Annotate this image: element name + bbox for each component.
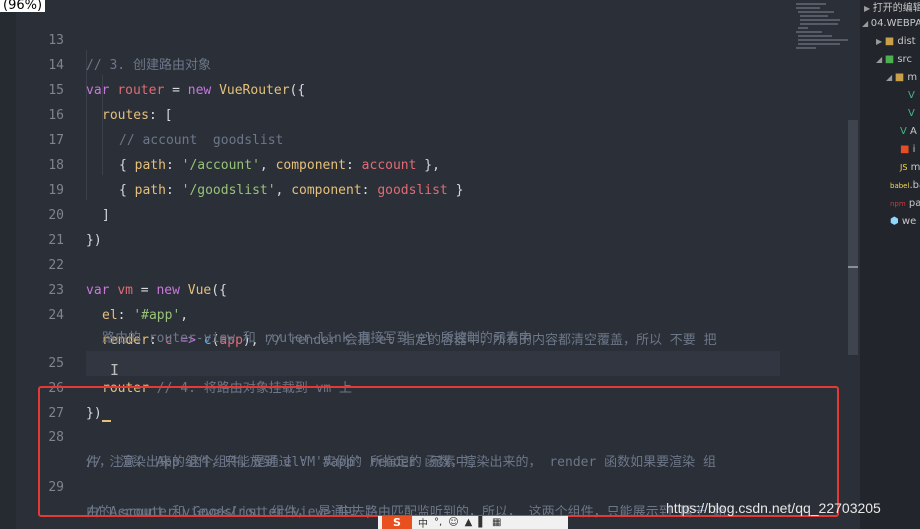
tree-item-package[interactable]: npm pac	[890, 195, 920, 213]
code-line-20: 20 })	[16, 178, 796, 248]
emoji-icon[interactable]: ☺	[448, 517, 458, 528]
tree-item-babelrc[interactable]: babel.ba	[890, 177, 920, 195]
annotation-highlight-box	[38, 386, 839, 517]
code-line-18: 18 { path: '/goodslist', component: good…	[16, 128, 796, 198]
tree-item-folder[interactable]: ◢ ■ m	[886, 69, 917, 87]
mouse-ibeam-cursor: I	[110, 361, 120, 379]
code-line-24: 24 render: c => c(app), // render 会把 el …	[16, 278, 796, 348]
code-line-13: 13 // 3. 创建路由对象	[16, 3, 796, 73]
tree-item-dist[interactable]: ▶ ■ dist	[876, 33, 916, 51]
left-gutter-strip	[0, 0, 16, 529]
minimap[interactable]	[794, 0, 852, 60]
ime-mode-icon[interactable]: 中	[418, 516, 428, 529]
open-editors-label: 打开的编辑器	[872, 3, 920, 14]
code-line-19: 19 ]	[16, 153, 796, 223]
tree-label: A	[910, 126, 917, 137]
tree-label: we	[901, 216, 917, 227]
tree-label: m	[910, 162, 920, 173]
scrollbar-marker	[848, 266, 858, 268]
tree-label: dist	[897, 36, 916, 47]
project-root[interactable]: ◢ 04.WEBPACK	[862, 15, 920, 33]
code-line-23: 23 el: '#app',	[16, 253, 796, 323]
code-line-16: 16 // account goodslist	[16, 78, 796, 148]
tree-label: src	[897, 54, 912, 65]
vertical-scrollbar[interactable]	[848, 120, 858, 355]
explorer-sidebar: ▶ 打开的编辑器 ◢ 04.WEBPACK ▶ ■ dist ◢ ■ src ◢…	[860, 0, 920, 529]
watermark: https://blog.csdn.net/qq_22703205	[666, 500, 881, 516]
tree-item-app[interactable]: V A	[900, 123, 917, 141]
code-line-25: 25 router // 4. 将路由对象挂载到 vm 上	[16, 326, 796, 396]
code-line-22: 22 var vm = new Vue({	[16, 228, 796, 298]
zoom-indicator: (96%)	[0, 0, 46, 12]
vue-file-icon[interactable]: V	[908, 105, 915, 123]
tree-label: .ba	[909, 180, 920, 191]
code-line-14: 14 var router = new VueRouter({	[16, 28, 796, 98]
tree-label: i	[912, 144, 916, 155]
sogou-logo[interactable]: S	[382, 516, 412, 529]
code-line-21: 21	[16, 203, 796, 248]
tree-item-index[interactable]: ■ i	[900, 141, 915, 159]
tree-label: pac	[908, 198, 920, 209]
tree-label: m	[907, 72, 918, 83]
toolbox-icon[interactable]: ▦	[492, 517, 501, 528]
code-line-26: 26 })	[16, 351, 796, 422]
js-file-icon: JS	[900, 163, 908, 172]
code-line-24-wrap: 路由的 router-view 和 router-link 直接写到 el 所控…	[16, 301, 796, 346]
tree-item-main[interactable]: JS m	[900, 159, 920, 177]
code-line-15: 15 routes: [	[16, 53, 796, 123]
code-line-17: 17 { path: '/account', component: accoun…	[16, 103, 796, 173]
tree-item-src[interactable]: ◢ ■ src	[876, 51, 912, 69]
project-label: 04.WEBPACK	[870, 18, 920, 29]
mic-icon[interactable]: ▌	[478, 517, 486, 528]
punctuation-icon[interactable]: °,	[434, 517, 442, 528]
skin-icon[interactable]: ▲	[465, 517, 473, 528]
tree-item-webpack-config[interactable]: ⬢ we	[890, 213, 916, 231]
vue-file-icon[interactable]: V	[908, 87, 915, 105]
ime-toolbar: S 中 °, ☺ ▲ ▌ ▦	[378, 516, 568, 529]
